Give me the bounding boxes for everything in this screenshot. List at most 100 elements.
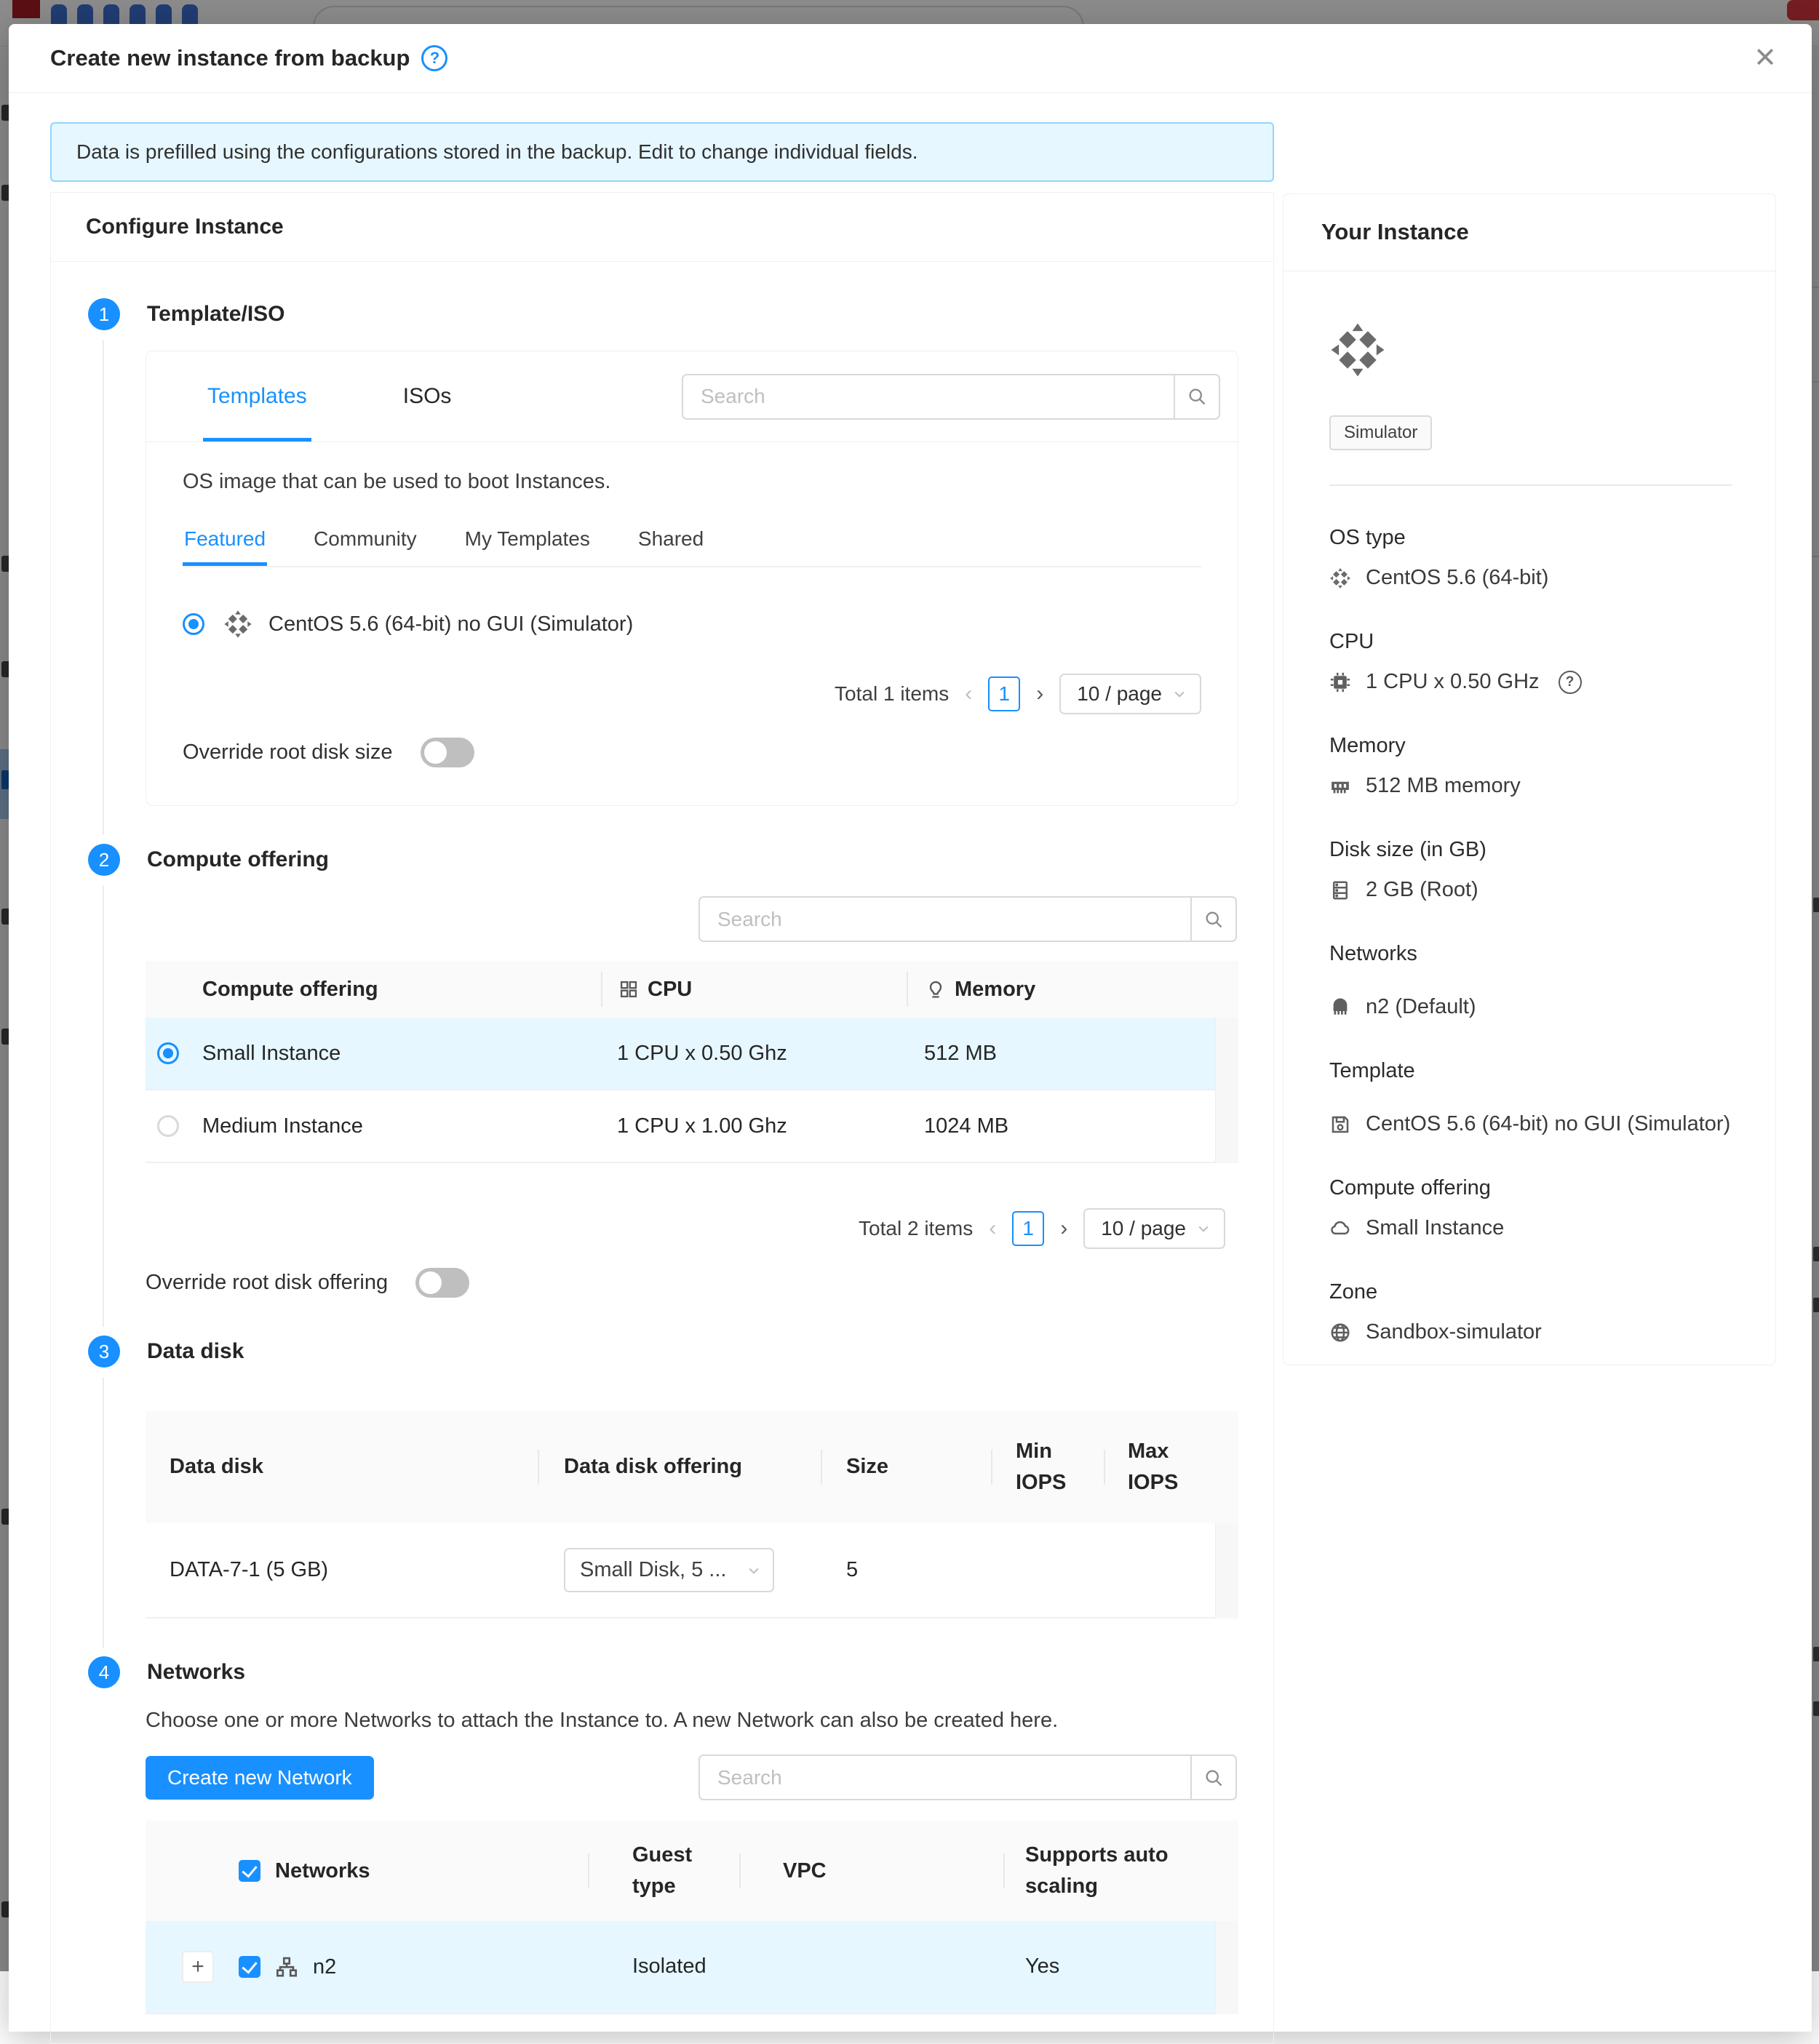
network-auto-scaling: Yes [1003,1951,1215,1983]
close-icon[interactable]: ✕ [1754,44,1777,72]
summary-section-template: Template CentOS 5.6 (64-bit) no GUI (Sim… [1329,1059,1732,1136]
step-data-disk: 3 Data disk Data disk Data disk offering… [51,1336,1237,1618]
compute-row-medium[interactable]: Medium Instance 1 CPU x 1.00 Ghz 1024 MB [146,1090,1238,1163]
cpu-help-icon[interactable]: ? [1559,671,1582,694]
template-option-label: CentOS 5.6 (64-bit) no GUI (Simulator) [268,612,633,636]
divider [1329,484,1732,486]
offering-cpu: 1 CPU x 1.00 Ghz [601,1114,907,1138]
next-page-icon[interactable]: › [1057,1216,1070,1241]
network-row-checkbox[interactable] [239,1956,260,1978]
networks-table: Networks Guest type VPC Supports auto sc… [146,1821,1238,2014]
disk-offering-select[interactable]: Small Disk, 5 ... [564,1548,774,1592]
disk-offering-value: Small Disk, 5 ... [580,1558,747,1582]
step-template-iso: 1 Template/ISO Templates ISOs [51,298,1237,806]
radio-selected-icon[interactable] [157,1042,179,1064]
next-page-icon[interactable]: › [1033,682,1046,706]
override-root-disk-offering-toggle[interactable] [415,1268,469,1298]
pagination-total: Total 1 items [835,682,949,706]
summary-label: Template [1329,1059,1732,1083]
chevron-down-icon [1196,1221,1211,1236]
step-compute-offering: 2 Compute offering [51,844,1237,1298]
help-icon[interactable]: ? [421,45,447,71]
step-tail [103,1378,104,1648]
network-name: n2 [313,1955,336,1979]
column-header-vpc: VPC [739,1859,1003,1883]
template-icon [1329,1114,1351,1135]
search-icon[interactable] [1190,1756,1235,1799]
summary-label: Zone [1329,1280,1732,1304]
summary-label: Networks [1329,942,1732,966]
column-header-guest-type: Guest type [588,1840,739,1903]
simulator-tag: Simulator [1329,415,1432,450]
tab-my-templates[interactable]: My Templates [463,527,592,566]
prev-page-icon[interactable]: ‹ [986,1216,999,1241]
override-root-disk-size-toggle[interactable] [421,738,474,767]
template-selector-card: Templates ISOs [146,351,1238,806]
template-option-row[interactable]: CentOS 5.6 (64-bit) no GUI (Simulator) [183,610,1201,639]
summary-value: 2 GB (Root) [1366,878,1478,902]
network-search-input[interactable] [700,1766,1190,1789]
template-filter-tabs: Featured Community My Templates Shared [183,527,1201,567]
summary-section-networks: Networks n2 (Default) [1329,942,1732,1019]
network-row-n2[interactable]: + n2 Iso [146,1921,1238,2014]
page-button[interactable]: 1 [1012,1211,1044,1246]
tab-isos[interactable]: ISOs [399,351,456,442]
template-pagination: Total 1 items ‹ 1 › 10 / page [183,674,1201,714]
select-all-checkbox[interactable] [239,1860,260,1882]
table-scrollbar[interactable] [1215,1921,1238,2014]
disk-icon [1329,879,1351,901]
summary-label: Memory [1329,734,1732,758]
compute-row-small[interactable]: Small Instance 1 CPU x 0.50 Ghz 512 MB [146,1018,1238,1090]
create-new-network-button[interactable]: Create new Network [146,1756,374,1800]
page-size-select[interactable]: 10 / page [1059,674,1201,714]
pagination-total: Total 2 items [859,1217,973,1240]
network-guest-type: Isolated [588,1951,739,1983]
info-banner-text: Data is prefilled using the configuratio… [76,140,918,164]
table-scrollbar[interactable] [1215,1018,1238,1163]
compute-search-input[interactable] [700,908,1190,931]
step-number-badge: 4 [88,1656,120,1688]
bulb-icon [926,979,946,999]
your-instance-title: Your Instance [1283,194,1775,271]
offering-name: Small Instance [202,1042,341,1066]
summary-section-memory: Memory 512 MB memory [1329,734,1732,798]
tab-shared[interactable]: Shared [637,527,705,566]
summary-section-zone: Zone Sandbox-simulator [1329,1280,1732,1344]
configure-title: Configure Instance [51,193,1273,262]
create-instance-modal: Create new instance from backup ? ✕ Data… [9,24,1812,2032]
override-root-disk-offering-label: Override root disk offering [146,1271,388,1295]
step-tail [103,886,104,1327]
page-size-select[interactable]: 10 / page [1083,1208,1225,1249]
search-icon[interactable] [1190,898,1235,941]
summary-section-disk: Disk size (in GB) 2 GB (Root) [1329,838,1732,902]
appstore-icon [618,979,639,999]
summary-value: CentOS 5.6 (64-bit) [1366,566,1548,590]
tab-community[interactable]: Community [312,527,418,566]
page-button[interactable]: 1 [988,676,1020,711]
centos-logo [1329,322,1386,378]
summary-value: Small Instance [1366,1216,1504,1240]
your-instance-panel: Your Instance Simulator OS type [1283,193,1776,1365]
summary-value: n2 (Default) [1366,995,1476,1019]
prev-page-icon[interactable]: ‹ [962,682,975,706]
page-size-value: 10 / page [1101,1217,1186,1240]
memory-icon [1329,775,1351,797]
table-scrollbar[interactable] [1215,1523,1238,1618]
configure-instance-card: Configure Instance 1 Template/ISO Templa… [50,192,1274,2044]
offering-memory: 1024 MB [907,1114,1201,1138]
column-header-cpu: CPU [601,978,907,1002]
step-tail [103,340,104,835]
column-header-max-iops: Max IOPS [1104,1436,1215,1499]
template-search-input[interactable] [683,385,1174,408]
modal-header: Create new instance from backup ? ✕ [9,24,1812,93]
radio-unselected-icon[interactable] [157,1115,179,1137]
offering-name: Medium Instance [202,1114,363,1138]
column-header-offering: Data disk offering [538,1451,821,1483]
column-header-size: Size [821,1451,991,1483]
modal-title: Create new instance from backup [50,45,410,71]
search-icon[interactable] [1174,375,1219,418]
tab-templates[interactable]: Templates [203,351,311,442]
radio-selected-icon[interactable] [183,613,204,635]
data-disk-table: Data disk Data disk offering Size Min IO… [146,1411,1238,1618]
tab-featured[interactable]: Featured [183,527,267,566]
